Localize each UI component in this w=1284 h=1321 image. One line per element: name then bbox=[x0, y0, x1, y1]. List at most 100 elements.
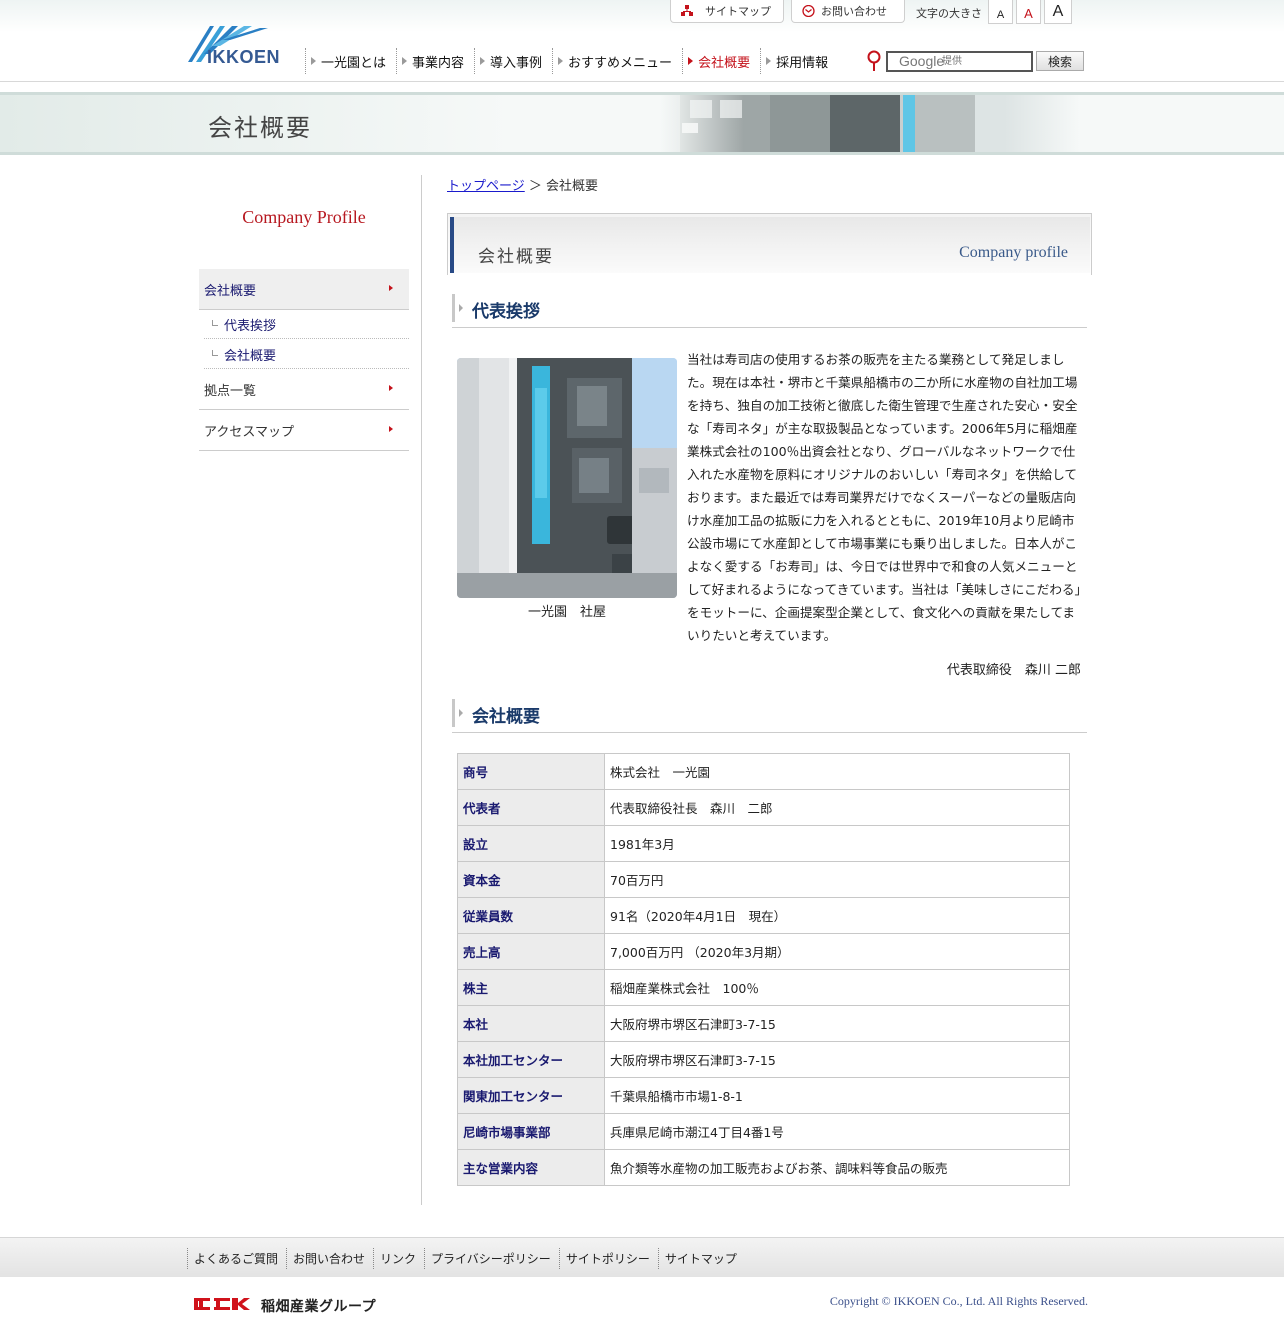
heading-bar bbox=[452, 294, 455, 322]
table-row: 関東加工センター 千葉県船橋市市場1-8-1 bbox=[457, 1077, 1070, 1114]
table-key: 関東加工センター bbox=[457, 1077, 605, 1114]
breadcrumb-home-link[interactable]: トップページ bbox=[447, 179, 525, 194]
sidebar-item-label: 拠点一覧 bbox=[204, 383, 257, 399]
search-icon bbox=[867, 50, 881, 71]
sidebar-item-label: 会社概要 bbox=[204, 283, 257, 299]
table-value: 稲畑産業株式会社 100％ bbox=[604, 969, 1070, 1006]
font-size-large-button[interactable]: A bbox=[1044, 0, 1072, 24]
sitemap-icon bbox=[681, 5, 693, 16]
table-value: 91名（2020年4月1日 現在） bbox=[604, 897, 1070, 934]
table-key: 商号 bbox=[457, 753, 605, 790]
greeting-signature: 代表取締役 森川 二郎 bbox=[946, 663, 1081, 678]
table-value: 代表取締役社長 森川 二郎 bbox=[604, 789, 1070, 826]
arrow-right-icon bbox=[389, 385, 393, 391]
building-banner-photo bbox=[660, 95, 1080, 152]
page-title: 会社概要 bbox=[478, 247, 554, 267]
table-value: 大阪府堺市堺区石津町3-7-15 bbox=[604, 1041, 1070, 1078]
office-building-photo bbox=[457, 358, 677, 598]
heading-bar bbox=[452, 699, 455, 727]
footer-nav: よくあるご質問 お問い合わせ リンク プライバシーポリシー サイトポリシー サイ… bbox=[0, 1237, 1284, 1277]
table-key: 代表者 bbox=[457, 789, 605, 826]
company-section-heading: 会社概要 bbox=[452, 699, 1087, 733]
table-row: 商号 株式会社 一光園 bbox=[457, 753, 1070, 790]
sitemap-label: サイトマップ bbox=[705, 5, 771, 18]
table-row: 設立 1981年3月 bbox=[457, 825, 1070, 862]
table-key: 尼崎市場事業部 bbox=[457, 1113, 605, 1150]
table-value: 7,000百万円 （2020年3月期） bbox=[604, 933, 1070, 970]
search-input[interactable] bbox=[886, 51, 1033, 72]
breadcrumb: トップページ ＞ 会社概要 bbox=[447, 175, 598, 194]
nav-menu[interactable]: おすすめメニュー bbox=[552, 48, 682, 74]
table-key: 主な営業内容 bbox=[457, 1149, 605, 1186]
nav-recruit[interactable]: 採用情報 bbox=[760, 48, 838, 74]
page-title-en: Company profile bbox=[959, 244, 1068, 261]
nav-company[interactable]: 会社概要 bbox=[682, 48, 760, 74]
footer-link-contact[interactable]: お問い合わせ bbox=[286, 1248, 373, 1269]
font-size-small-button[interactable]: A bbox=[988, 0, 1013, 24]
sidebar-subitem-greeting[interactable]: 代表挨拶 bbox=[204, 310, 409, 339]
breadcrumb-separator: ＞ bbox=[528, 179, 542, 194]
column-divider bbox=[421, 175, 422, 1205]
sitemap-button[interactable]: サイトマップ bbox=[670, 0, 784, 23]
group-name: 稲畑産業グループ bbox=[261, 1299, 377, 1315]
table-row: 従業員数 91名（2020年4月1日 現在） bbox=[457, 897, 1070, 934]
contact-label: お問い合わせ bbox=[821, 5, 887, 18]
page-header-inner: 会社概要 Company profile bbox=[454, 217, 1090, 273]
table-row: 売上高 7,000百万円 （2020年3月期） bbox=[457, 933, 1070, 970]
table-key: 資本金 bbox=[457, 861, 605, 898]
table-row: 株主 稲畑産業株式会社 100％ bbox=[457, 969, 1070, 1006]
breadcrumb-current: 会社概要 bbox=[546, 179, 599, 194]
logo-text[interactable]: IKKOEN bbox=[207, 47, 280, 68]
company-heading-text: 会社概要 bbox=[472, 707, 540, 727]
table-row: 代表者 代表取締役社長 森川 二郎 bbox=[457, 789, 1070, 826]
sidebar-item-locations[interactable]: 拠点一覧 bbox=[199, 369, 409, 410]
table-value: 大阪府堺市堺区石津町3-7-15 bbox=[604, 1005, 1070, 1042]
company-info-table: 商号 株式会社 一光園 代表者 代表取締役社長 森川 二郎 設立 1981年3月 資本… bbox=[457, 753, 1070, 1186]
font-size-medium-button[interactable]: A bbox=[1016, 0, 1041, 24]
table-row: 資本金 70百万円 bbox=[457, 861, 1070, 898]
table-value: 株式会社 一光園 bbox=[604, 753, 1070, 790]
footer-link-links[interactable]: リンク bbox=[373, 1248, 424, 1269]
inabata-group-logo-icon bbox=[194, 1298, 250, 1310]
table-value: 魚介類等水産物の加工販売およびお茶、調味料等食品の販売 bbox=[604, 1149, 1070, 1186]
nav-cases[interactable]: 導入事例 bbox=[474, 48, 552, 74]
table-key: 本社加工センター bbox=[457, 1041, 605, 1078]
table-value: 千葉県船橋市市場1-8-1 bbox=[604, 1077, 1070, 1114]
sidebar-item-company[interactable]: 会社概要 bbox=[199, 269, 409, 310]
table-key: 本社 bbox=[457, 1005, 605, 1042]
photo-caption: 一光園 社屋 bbox=[527, 605, 606, 620]
table-key: 株主 bbox=[457, 969, 605, 1006]
heading-arrow-icon bbox=[459, 709, 463, 717]
search-button[interactable]: 検索 bbox=[1036, 51, 1084, 71]
table-row: 尼崎市場事業部 兵庫県尼崎市潮江4丁目4番1号 bbox=[457, 1113, 1070, 1150]
sidebar-item-label: アクセスマップ bbox=[204, 424, 294, 440]
global-nav: 一光園とは 事業内容 導入事例 おすすめメニュー 会社概要 採用情報 bbox=[305, 48, 838, 74]
heading-arrow-icon bbox=[459, 304, 463, 312]
table-value: 1981年3月 bbox=[604, 825, 1070, 862]
contact-button[interactable]: お問い合わせ bbox=[791, 0, 905, 23]
arrow-right-icon bbox=[389, 285, 393, 291]
table-value: 兵庫県尼崎市潮江4丁目4番1号 bbox=[604, 1113, 1070, 1150]
copyright-text: Copyright © IKKOEN Co., Ltd. All Rights … bbox=[829, 1294, 1088, 1308]
greeting-body: 当社は寿司店の使用するお茶の販売を主たる業務として発足しました。現在は本社・堺市… bbox=[687, 352, 1081, 643]
sidebar-subitem-profile[interactable]: 会社概要 bbox=[204, 340, 409, 369]
sidebar-item-access[interactable]: アクセスマップ bbox=[199, 410, 409, 451]
nav-about[interactable]: 一光園とは bbox=[305, 48, 396, 74]
mail-icon bbox=[802, 5, 815, 17]
footer-link-site-policy[interactable]: サイトポリシー bbox=[558, 1248, 658, 1269]
greeting-section-heading: 代表挨拶 bbox=[452, 294, 1087, 328]
table-row: 主な営業内容 魚介類等水産物の加工販売およびお茶、調味料等食品の販売 bbox=[457, 1149, 1070, 1186]
nav-business[interactable]: 事業内容 bbox=[396, 48, 474, 74]
banner-title: 会社概要 bbox=[208, 114, 312, 142]
table-row: 本社 大阪府堺市堺区石津町3-7-15 bbox=[457, 1005, 1070, 1042]
footer-link-privacy[interactable]: プライバシーポリシー bbox=[424, 1248, 559, 1269]
footer-link-faq[interactable]: よくあるご質問 bbox=[187, 1248, 286, 1269]
arrow-right-icon bbox=[389, 426, 393, 432]
table-key: 売上高 bbox=[457, 933, 605, 970]
page-header-box: 会社概要 Company profile bbox=[447, 213, 1092, 275]
font-size-label: 文字の大きさ bbox=[916, 7, 982, 20]
table-key: 従業員数 bbox=[457, 897, 605, 934]
page-banner: 会社概要 bbox=[0, 92, 1284, 155]
table-value: 70百万円 bbox=[604, 861, 1070, 898]
footer-link-sitemap[interactable]: サイトマップ bbox=[657, 1248, 745, 1269]
